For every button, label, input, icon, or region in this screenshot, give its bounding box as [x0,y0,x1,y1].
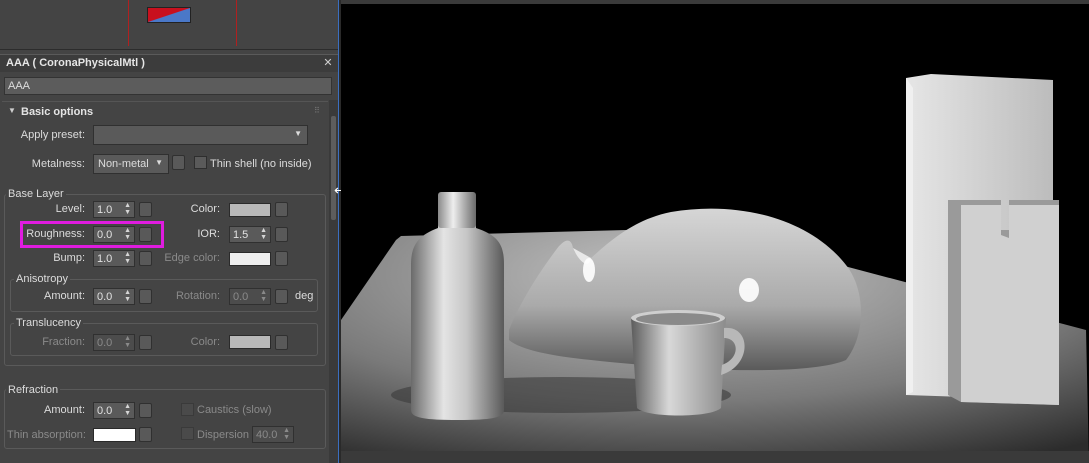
dispersion-checkbox[interactable] [181,427,194,440]
rotation-value: 0.0 [233,291,249,303]
anisotropy-title: Anisotropy [14,273,70,285]
viewport-bottom-border [341,451,1089,463]
refraction-amount-label: Amount: [44,404,85,416]
translucency-color-map-button[interactable] [275,335,288,350]
bump-map-button[interactable] [139,251,152,266]
slot-border-right [236,0,237,46]
spinner-arrows-icon[interactable]: ▲ ▼ [124,289,131,303]
material-title-bar: AAA ( CoronaPhysicalMtl ) ✕ [0,54,338,72]
anisotropy-amount-map-button[interactable] [139,289,152,304]
rotation-map-button[interactable] [275,289,288,304]
level-map-button[interactable] [139,202,152,217]
translucency-color-label: Color: [190,336,220,348]
color-map-button[interactable] [275,202,288,217]
color-label: Color: [190,203,220,215]
viewport-top-border [341,0,1089,4]
material-slot-strip [0,0,338,50]
fraction-label: Fraction: [42,336,85,348]
spinner-arrows-icon[interactable]: ▲ ▼ [124,403,131,417]
ior-label: IOR: [197,228,220,240]
spinner-arrows-icon[interactable]: ▲ ▼ [283,427,290,441]
dispersion-label: Dispersion [197,429,249,441]
refraction-amount-value: 0.0 [97,405,113,417]
bottle-cap [438,192,476,228]
grip-dots-icon[interactable]: ⠿ [314,106,320,115]
close-icon[interactable]: ✕ [322,56,334,70]
spinner-arrows-icon[interactable]: ▲ ▼ [124,202,131,216]
ior-map-button[interactable] [275,227,288,242]
scrollbar-thumb[interactable] [331,116,336,220]
rollout-title: Basic options [21,106,94,118]
ior-value: 1.5 [233,229,249,241]
material-preview-swatch[interactable] [147,7,191,23]
thin-absorption-swatch[interactable] [93,428,136,442]
spinner-arrows-icon[interactable]: ▲ ▼ [124,251,131,265]
bump-spinner[interactable]: 1.0 ▲ ▼ [93,250,135,267]
material-name-field[interactable]: AAA [4,77,332,95]
rotation-unit: deg [295,290,314,302]
edge-color-map-button[interactable] [275,251,288,266]
roughness-highlight-box [20,221,164,248]
metalness-map-button[interactable] [172,155,185,170]
apply-preset-label: Apply preset: [20,129,85,141]
fraction-spinner[interactable]: 0.0 ▲ ▼ [93,334,135,351]
dispersion-spinner[interactable]: 40.0 ▲ ▼ [252,426,294,443]
render-viewport[interactable] [341,0,1089,463]
base-color-swatch[interactable] [229,203,271,217]
metalness-label: Metalness: [31,158,85,170]
bump-value: 1.0 [97,253,113,265]
thin-shell-label: Thin shell (no inside) [210,158,312,170]
translucency-title: Translucency [14,317,84,329]
caustics-checkbox[interactable] [181,403,194,416]
translucency-color-swatch[interactable] [229,335,271,349]
level-spinner[interactable]: 1.0 ▲ ▼ [93,201,135,218]
fraction-map-button[interactable] [139,335,152,350]
base-layer-title: Base Layer [6,188,66,200]
anisotropy-amount-label: Amount: [44,290,85,302]
edge-color-swatch[interactable] [229,252,271,266]
rotation-label: Rotation: [175,290,220,302]
anisotropy-amount-value: 0.0 [97,291,113,303]
spinner-arrows-icon[interactable]: ▲ ▼ [260,289,267,303]
spinner-arrows-icon[interactable]: ▲ ▼ [124,335,131,349]
thin-absorption-map-button[interactable] [139,427,152,442]
refraction-amount-map-button[interactable] [139,403,152,418]
chevron-down-icon: ▼ [294,129,302,138]
dispersion-value: 40.0 [256,429,278,441]
bump-label: Bump: [53,252,85,264]
caustics-label: Caustics (slow) [197,404,272,416]
refraction-title: Refraction [6,384,61,396]
refraction-amount-spinner[interactable]: 0.0 ▲ ▼ [93,402,135,419]
thin-shell-checkbox[interactable] [194,156,207,169]
apply-preset-dropdown[interactable]: ▼ [93,125,308,145]
fraction-value: 0.0 [97,337,113,349]
mug-object [631,312,726,416]
material-editor-panel: AAA ( CoronaPhysicalMtl ) ✕ AAA ▼ Basic … [0,0,341,463]
level-value: 1.0 [97,204,113,216]
edge-color-label: Edge color: [164,252,220,264]
rotation-spinner[interactable]: 0.0 ▲ ▼ [229,288,271,305]
metalness-dropdown[interactable]: Non-metal ▼ [93,154,169,174]
spinner-arrows-icon[interactable]: ▲ ▼ [260,227,267,241]
basic-options-rollout-header[interactable]: ▼ Basic options ⠿ [2,101,328,121]
anisotropy-amount-spinner[interactable]: 0.0 ▲ ▼ [93,288,135,305]
rendered-scene [341,0,1089,463]
metalness-value: Non-metal [98,158,149,170]
thin-absorption-label: Thin absorption: [7,429,86,441]
ior-spinner[interactable]: 1.5 ▲ ▼ [229,226,271,243]
chevron-down-icon: ▼ [155,158,163,167]
collapse-arrow-icon: ▼ [8,106,16,115]
slot-border-left [128,0,129,46]
level-label: Level: [55,203,85,215]
material-title: AAA ( CoronaPhysicalMtl ) [6,57,145,69]
